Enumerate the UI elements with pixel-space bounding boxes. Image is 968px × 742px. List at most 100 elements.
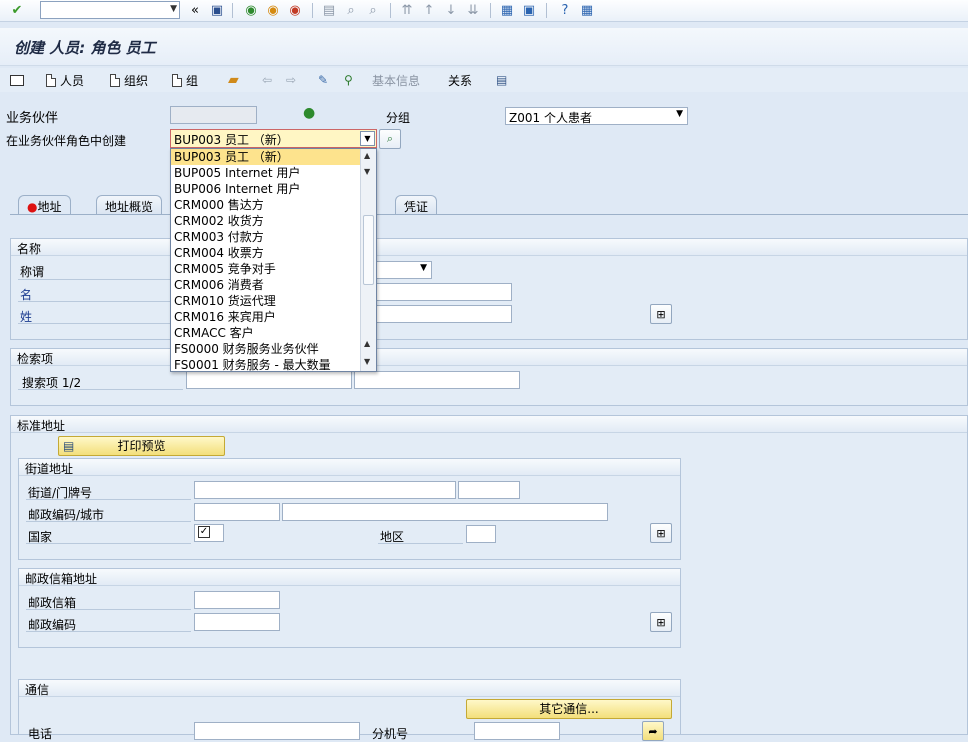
cancel-icon[interactable]: ◉ (286, 1, 304, 19)
customize-layout-icon[interactable]: ▦ (578, 1, 596, 19)
divider (26, 631, 191, 632)
street-more-button[interactable]: ⊞ (650, 523, 672, 543)
switch-button[interactable]: ⚲ (344, 72, 353, 88)
exit-icon[interactable]: ◉ (264, 1, 282, 19)
expand-icon: ⊞ (656, 615, 666, 629)
print-preview-button[interactable]: ▤ 打印预览 (58, 436, 225, 456)
business-partner-field[interactable] (170, 106, 257, 124)
divider (26, 499, 191, 500)
extension-field[interactable] (474, 722, 560, 740)
list-item[interactable]: CRM016 来宾用户 (171, 309, 376, 325)
country-field[interactable]: ✓ (194, 524, 224, 542)
find-icon[interactable]: ⌕ (342, 1, 360, 19)
scrollbar[interactable]: ▲ ▼ ▲ ▼ (360, 149, 376, 371)
scrollbar-thumb[interactable] (363, 215, 374, 285)
print-icon[interactable]: ▤ (320, 1, 338, 19)
organization-label: 组织 (124, 73, 149, 88)
search-group-title: 检索项 (11, 349, 967, 366)
details-button[interactable]: ▤ (496, 72, 507, 88)
communication-more-button[interactable]: ➦ (642, 721, 664, 741)
group-button[interactable]: 组 (172, 72, 198, 88)
po-postal-code-field[interactable] (194, 613, 280, 631)
overview-button[interactable] (10, 72, 24, 88)
list-item[interactable]: FS0001 财务服务 - 最大数量 (171, 357, 376, 373)
search-term-2-field[interactable] (354, 371, 520, 389)
group-label: 组 (186, 73, 199, 88)
list-item[interactable]: CRM006 消费者 (171, 277, 376, 293)
tab-address[interactable]: ●地址 (18, 195, 71, 215)
chevron-down-icon[interactable]: ▼ (420, 263, 427, 273)
basic-info-button[interactable]: 基本信息 (372, 72, 420, 88)
role-details-button[interactable]: ⌕ (379, 129, 401, 149)
shortcut-icon[interactable]: ▣ (520, 1, 538, 19)
list-item[interactable]: CRM004 收票方 (171, 245, 376, 261)
list-item[interactable]: CRM010 货运代理 (171, 293, 376, 309)
next-page-icon[interactable]: ↓ (442, 1, 460, 19)
divider (26, 521, 191, 522)
list-item[interactable]: CRM005 竞争对手 (171, 261, 376, 277)
grouping-select[interactable]: Z001 个人患者 ▼ (505, 107, 688, 125)
organization-button[interactable]: 组织 (110, 72, 148, 88)
other-communication-button[interactable]: 其它通信... (466, 699, 672, 719)
po-box-field[interactable] (194, 591, 280, 609)
tab-address-overview[interactable]: 地址概览 (96, 195, 163, 215)
open-button[interactable]: ▰ (228, 72, 239, 88)
document-icon (110, 73, 120, 87)
separator (490, 3, 491, 18)
scroll-up-icon[interactable]: ▲ (364, 151, 370, 160)
list-item[interactable]: CRMACC 客户 (171, 325, 376, 341)
arrow-left-icon: ⇦ (262, 73, 273, 87)
search-term-1-field[interactable] (186, 371, 352, 389)
list-item[interactable]: BUP003 员工 （新） (171, 149, 376, 165)
new-session-icon[interactable]: ▦ (498, 1, 516, 19)
role-dropdown-list[interactable]: BUP003 员工 （新） BUP005 Internet 用户 BUP006 … (170, 148, 377, 372)
list-item[interactable]: CRM002 收货方 (171, 213, 376, 229)
next-button[interactable]: ⇨ (286, 72, 296, 88)
enter-check-icon[interactable]: ✔ (8, 1, 26, 19)
po-box-title: 邮政信箱地址 (19, 569, 680, 586)
first-page-icon[interactable]: ⇈ (398, 1, 416, 19)
list-item[interactable]: CRM000 售达方 (171, 197, 376, 213)
list-item[interactable]: FS0000 财务服务业务伙伴 (171, 341, 376, 357)
help-icon[interactable]: ? (556, 1, 574, 19)
last-name-field[interactable] (354, 305, 512, 323)
save-icon[interactable]: ▣ (208, 1, 226, 19)
city-field[interactable] (282, 503, 608, 521)
prev-page-icon[interactable]: ↑ (420, 1, 438, 19)
edit-button[interactable]: ✎ (318, 72, 328, 88)
scroll-down-icon[interactable]: ▼ (364, 167, 370, 176)
list-item[interactable]: BUP006 Internet 用户 (171, 181, 376, 197)
tab-documents[interactable]: 凭证 (395, 195, 438, 215)
first-name-field[interactable] (354, 283, 512, 301)
role-select[interactable]: BUP003 员工 （新） ▼ (170, 129, 377, 148)
scroll-down-icon[interactable]: ▼ (364, 357, 370, 366)
command-field[interactable]: ▼ (40, 1, 180, 19)
previous-button[interactable]: ⇦ (262, 72, 272, 88)
list-item[interactable]: CRM003 付款方 (171, 229, 376, 245)
relations-label: 关系 (448, 73, 473, 88)
role-value: BUP003 员工 （新） (174, 133, 289, 147)
find-next-icon[interactable]: ⌕ (364, 1, 382, 19)
divider (26, 609, 191, 610)
house-number-field[interactable] (458, 481, 520, 499)
more-fields-button[interactable]: ⊞ (650, 304, 672, 324)
po-more-button[interactable]: ⊞ (650, 612, 672, 632)
person-button[interactable]: 人员 (46, 72, 84, 88)
back-icon[interactable]: ◉ (242, 1, 260, 19)
tab-strip-line (10, 214, 968, 215)
divider (18, 389, 183, 390)
relations-button[interactable]: 关系 (448, 72, 472, 88)
person-icon: ● (303, 105, 316, 121)
expand-icon[interactable]: « (186, 1, 204, 19)
scroll-up-icon[interactable]: ▲ (364, 339, 370, 348)
street-field[interactable] (194, 481, 456, 499)
list-item[interactable]: BUP005 Internet 用户 (171, 165, 376, 181)
chevron-down-icon[interactable]: ▼ (170, 4, 177, 14)
error-icon: ● (27, 200, 38, 214)
chevron-down-icon[interactable]: ▼ (360, 131, 375, 146)
phone-field[interactable] (194, 722, 360, 740)
region-field[interactable] (466, 525, 496, 543)
postal-code-field[interactable] (194, 503, 280, 521)
chevron-down-icon[interactable]: ▼ (676, 109, 683, 119)
last-page-icon[interactable]: ⇊ (464, 1, 482, 19)
